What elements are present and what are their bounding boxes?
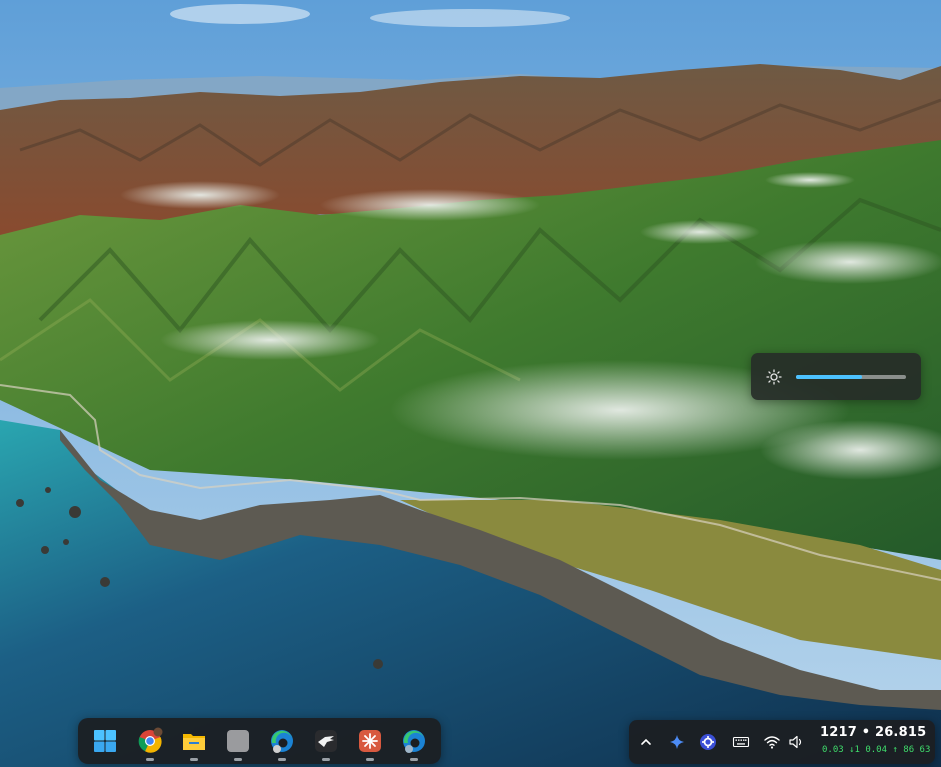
start-button[interactable] [90,725,120,759]
network-speed-readout: 0.03 ↓1 0.04 ↑ 86 63 [822,745,931,755]
brightness-slider[interactable] [796,375,906,379]
dock-item-edge-profile[interactable] [267,725,297,761]
running-indicator [278,758,286,761]
running-indicator [322,758,330,761]
system-tray: 1217 • 26.815 0.03 ↓1 0.04 ↑ 86 63 [629,720,935,764]
chevron-up-icon[interactable] [637,733,655,751]
running-indicator [146,758,154,761]
edge-icon [403,730,425,753]
sparkle-blue-icon[interactable] [668,733,686,751]
sun-icon [766,369,782,385]
dock-item-eagle-app[interactable] [311,725,341,761]
clock-time[interactable]: 1217 • 26.815 [820,725,930,740]
edge-icon [271,730,293,753]
dock-item-chrome[interactable] [135,725,165,761]
speaker-icon[interactable] [787,733,805,751]
keyboard-icon[interactable] [732,733,750,751]
dock-item-blank-app[interactable] [223,725,253,761]
brightness-flyout [751,353,921,400]
brightness-slider-fill [796,375,862,379]
wifi-icon[interactable] [763,733,781,751]
sparkle-icon [359,730,381,752]
running-indicator [190,758,198,761]
taskbar-dock [78,718,441,764]
dock-item-claude-app[interactable] [355,725,385,761]
running-indicator [366,758,374,761]
running-indicator [410,758,418,761]
dock-item-file-explorer[interactable] [179,725,209,761]
gear-badge-icon[interactable] [699,733,717,751]
blank-app-icon [227,730,249,752]
folder-icon [183,734,205,750]
chrome-icon [138,727,163,753]
running-indicator [234,758,242,761]
windows-logo-icon [94,730,116,752]
dock-item-edge-profile-2[interactable] [399,725,429,761]
eagle-icon [315,730,337,752]
